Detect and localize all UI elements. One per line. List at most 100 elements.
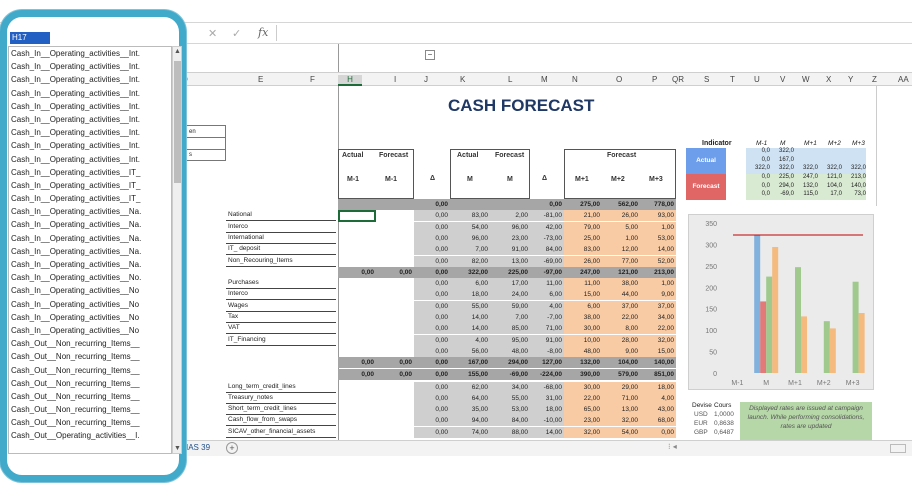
table-cell[interactable]: 0,00 [414, 244, 450, 256]
table-cell[interactable]: 21,00 [564, 210, 602, 222]
table-cell[interactable] [376, 404, 414, 415]
table-cell[interactable] [376, 335, 414, 346]
table-cell[interactable]: 1,00 [640, 221, 676, 233]
table-cell[interactable]: 18,00 [450, 289, 490, 301]
dropdown-item[interactable]: Cash_Out__Non_recurring_Items__ [9, 350, 171, 363]
column-header-j[interactable]: J [424, 75, 428, 84]
table-cell[interactable] [376, 244, 414, 255]
table-cell[interactable]: 15,00 [564, 289, 602, 301]
table-cell[interactable]: 18,00 [640, 381, 676, 393]
table-cell[interactable]: 851,00 [640, 368, 676, 380]
table-cell[interactable]: 34,00 [490, 381, 530, 393]
dropdown-item[interactable]: Cash_Out__Non_recurring_Items__ [9, 416, 171, 429]
column-header-y[interactable]: Y [848, 75, 853, 84]
table-cell[interactable]: 0,00 [414, 266, 450, 278]
dropdown-item[interactable]: Cash_In__Operating_activities__Int. [9, 60, 171, 73]
table-cell[interactable]: 294,00 [490, 357, 530, 369]
table-cell[interactable]: 43,00 [640, 404, 676, 416]
dropdown-item[interactable]: Cash_In__Operating_activities__Na. [9, 258, 171, 271]
table-cell[interactable]: 390,00 [564, 368, 602, 380]
table-cell[interactable]: 225,00 [490, 266, 530, 278]
column-header-w[interactable]: W [802, 75, 810, 84]
table-cell[interactable] [338, 222, 376, 233]
table-cell[interactable]: 23,00 [564, 415, 602, 427]
dropdown-item[interactable]: Cash_In__Operating_activities__Int. [9, 73, 171, 86]
table-cell[interactable]: 77,00 [602, 255, 640, 267]
dropdown-item[interactable]: Cash_In__Operating_activities__No [9, 324, 171, 337]
column-header-k[interactable]: K [460, 75, 465, 84]
scroll-thumb[interactable] [174, 61, 181, 183]
table-cell[interactable] [376, 301, 414, 312]
table-cell[interactable]: 38,00 [602, 278, 640, 290]
dropdown-item[interactable]: Cash_In__Operating_activities__Int. [9, 153, 171, 166]
table-cell[interactable]: 6,00 [564, 300, 602, 312]
cash-chart[interactable]: 350 300 250 200 150 100 50 0 M-1 M M+1 M+2 M+3 [688, 214, 874, 390]
column-header-v[interactable]: V [780, 75, 785, 84]
column-header-l[interactable]: L [508, 75, 512, 84]
table-cell[interactable]: 88,00 [490, 426, 530, 438]
bar[interactable] [754, 235, 761, 373]
column-header-h[interactable]: H [338, 75, 362, 86]
table-cell[interactable] [338, 301, 376, 312]
table-cell[interactable]: 91,00 [490, 244, 530, 256]
table-cell[interactable]: 132,00 [564, 357, 602, 369]
dropdown-item[interactable]: Cash_In__Operating_activities__Int. [9, 126, 171, 139]
collapse-group-button[interactable]: − [425, 50, 435, 60]
dropdown-item[interactable]: Cash_In__Operating_activities__No. [9, 271, 171, 284]
table-cell[interactable]: 24,00 [490, 289, 530, 301]
table-cell[interactable] [376, 393, 414, 404]
table-cell[interactable]: 0,00 [414, 392, 450, 404]
table-cell[interactable]: 68,00 [640, 415, 676, 427]
table-cell[interactable]: 15,00 [640, 345, 676, 357]
table-cell[interactable]: 42,00 [530, 221, 564, 233]
add-sheet-button[interactable]: + [226, 442, 238, 454]
table-cell[interactable]: 31,00 [530, 392, 564, 404]
table-cell[interactable]: 95,00 [490, 334, 530, 346]
dropdown-item[interactable]: Cash_In__Operating_activities__No [9, 284, 171, 297]
table-cell[interactable]: 32,00 [602, 415, 640, 427]
insert-function-icon[interactable]: fx [258, 26, 268, 39]
table-cell[interactable]: 91,00 [530, 334, 564, 346]
table-cell[interactable]: 4,00 [640, 392, 676, 404]
table-cell[interactable]: 48,00 [564, 345, 602, 357]
table-cell[interactable]: 62,00 [450, 381, 490, 393]
column-header-x[interactable]: X [826, 75, 831, 84]
table-cell[interactable]: 37,00 [640, 300, 676, 312]
table-cell[interactable]: 30,00 [564, 323, 602, 335]
table-cell[interactable]: 14,00 [530, 426, 564, 438]
column-header-m[interactable]: M [541, 75, 548, 84]
table-cell[interactable]: 38,00 [564, 312, 602, 323]
dropdown-item[interactable]: Cash_In__Operating_activities__Int. [9, 113, 171, 126]
table-cell[interactable] [338, 382, 376, 393]
table-cell[interactable]: 37,00 [602, 300, 640, 312]
table-cell[interactable]: 0,00 [338, 357, 376, 369]
table-cell[interactable] [338, 346, 376, 357]
dropdown-item[interactable]: Cash_In__Operating_activities__No [9, 298, 171, 311]
table-cell[interactable] [338, 323, 376, 334]
table-cell[interactable]: 7,00 [490, 312, 530, 323]
table-cell[interactable] [338, 278, 376, 289]
table-cell[interactable]: 22,00 [564, 392, 602, 404]
table-cell[interactable]: 579,00 [602, 368, 640, 380]
table-cell[interactable]: 0,00 [414, 404, 450, 416]
table-cell[interactable]: 275,00 [564, 199, 602, 210]
table-cell[interactable]: 1,00 [640, 278, 676, 290]
table-cell[interactable]: 0,00 [414, 368, 450, 380]
table-cell[interactable]: 18,00 [530, 404, 564, 416]
bar[interactable] [829, 328, 836, 373]
table-cell[interactable] [338, 335, 376, 346]
table-cell[interactable]: 17,00 [490, 278, 530, 290]
bar[interactable] [823, 321, 830, 373]
table-cell[interactable] [376, 278, 414, 289]
table-cell[interactable] [338, 427, 376, 438]
table-cell[interactable]: 32,00 [564, 426, 602, 438]
table-cell[interactable]: 74,00 [450, 426, 490, 438]
table-cell[interactable]: 55,00 [490, 392, 530, 404]
dropdown-item[interactable]: Cash_In__Operating_activities__Int. [9, 47, 171, 60]
scroll-left-icon[interactable]: ⁝ ◂ [668, 442, 677, 451]
column-header-t[interactable]: T [730, 75, 735, 84]
table-cell[interactable] [338, 289, 376, 300]
table-cell[interactable]: 71,00 [602, 392, 640, 404]
dropdown-item[interactable]: Cash_In__Operating_activities__Int. [9, 100, 171, 113]
table-cell[interactable]: 0,00 [376, 266, 414, 278]
